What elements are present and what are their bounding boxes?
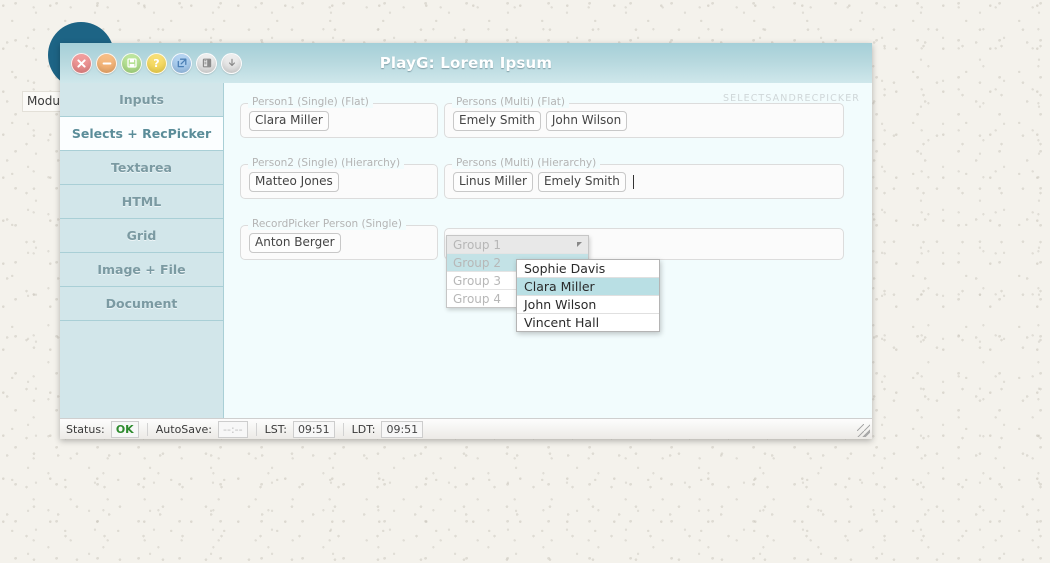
field-value-row: Emely Smith John Wilson — [453, 111, 835, 131]
sidebar-navigation: Inputs Selects + RecPicker Textarea HTML… — [60, 83, 224, 418]
sidebar-item-document[interactable]: Document — [60, 287, 223, 321]
field-value-row: Anton Berger — [249, 233, 429, 253]
sidebar-item-selects-recpicker[interactable]: Selects + RecPicker — [60, 117, 223, 151]
value-tag[interactable]: Clara Miller — [249, 111, 329, 131]
value-tag[interactable]: Linus Miller — [453, 172, 533, 192]
window-statusbar: Status: OK AutoSave: --:-- LST: 09:51 LD… — [60, 418, 872, 439]
autosave-label: AutoSave: — [155, 422, 213, 436]
person-option-sophie-davis[interactable]: Sophie Davis — [517, 260, 659, 278]
field-persons-multi-flat[interactable]: Persons (Multi) (Flat) Emely Smith John … — [444, 96, 844, 138]
sidebar-item-inputs[interactable]: Inputs — [60, 83, 223, 117]
window-titlebar[interactable]: ? PlayG: Lorem Ipsum — [60, 43, 872, 83]
person-option-label: Clara Miller — [524, 279, 595, 294]
status-label: Status: — [66, 422, 105, 436]
person-option-label: John Wilson — [524, 297, 597, 312]
field-legend: Persons (Multi) (Hierarchy) — [452, 157, 601, 169]
lst-label: LST: — [264, 422, 287, 436]
close-icon[interactable] — [71, 52, 92, 74]
group-option-1[interactable]: Group 1 — [447, 236, 588, 254]
sidebar-item-html[interactable]: HTML — [60, 185, 223, 219]
download-arrow-icon[interactable] — [221, 52, 242, 74]
open-external-icon[interactable] — [171, 52, 192, 74]
help-question-icon[interactable]: ? — [146, 52, 167, 74]
titlebar-button-group: ? — [71, 52, 242, 74]
person-option-label: Vincent Hall — [524, 315, 600, 330]
sidebar-item-label: Document — [105, 296, 178, 311]
sidebar-item-label: Selects + RecPicker — [71, 126, 212, 141]
statusbar-divider — [146, 422, 148, 436]
person-option-label: Sophie Davis — [524, 261, 606, 276]
statusbar-divider — [255, 422, 257, 436]
status-badge: OK — [110, 420, 139, 438]
group-option-label: Group 4 — [453, 291, 501, 306]
sidebar-item-label: HTML — [121, 194, 162, 209]
field-persons-multi-hierarchy[interactable]: Persons (Multi) (Hierarchy) Linus Miller… — [444, 157, 844, 199]
ldt-value: 09:51 — [381, 420, 424, 438]
sidebar-item-label: Image + File — [97, 262, 186, 277]
value-tag[interactable]: Matteo Jones — [249, 172, 339, 192]
value-tag[interactable]: Anton Berger — [249, 233, 341, 253]
text-caret — [632, 175, 634, 189]
lst-value: 09:51 — [292, 420, 335, 438]
group-option-label: Group 2 — [453, 255, 501, 270]
sidebar-item-label: Textarea — [111, 160, 172, 175]
window-resize-handle[interactable] — [857, 424, 870, 437]
sidebar-item-label: Inputs — [119, 92, 164, 107]
notes-book-icon[interactable] — [196, 52, 217, 74]
chevron-right-icon — [577, 242, 582, 247]
minimize-icon[interactable] — [96, 52, 117, 74]
statusbar-divider — [342, 422, 344, 436]
person-option-john-wilson[interactable]: John Wilson — [517, 296, 659, 314]
value-tag[interactable]: Emely Smith — [537, 172, 626, 192]
application-window: ? PlayG: Lorem Ipsum Inputs Selects + Re… — [60, 43, 872, 439]
field-legend: Person1 (Single) (Flat) — [248, 96, 373, 108]
field-value-row: Linus Miller Emely Smith — [453, 172, 835, 192]
group-option-label: Group 3 — [453, 273, 501, 288]
field-recordpicker-person-single[interactable]: RecordPicker Person (Single) Anton Berge… — [240, 218, 438, 260]
sidebar-empty-space — [60, 321, 223, 418]
sidebar-item-label: Grid — [126, 228, 157, 243]
form-column-left: Person1 (Single) (Flat) Clara Miller Per… — [240, 96, 438, 265]
field-value-row: Clara Miller — [249, 111, 429, 131]
field-person1-single-flat[interactable]: Person1 (Single) (Flat) Clara Miller — [240, 96, 438, 138]
group-option-label: Group 1 — [453, 237, 501, 252]
field-value-row: Matteo Jones — [249, 172, 429, 192]
person-option-clara-miller[interactable]: Clara Miller — [517, 278, 659, 296]
field-legend: Persons (Multi) (Flat) — [452, 96, 569, 108]
autosave-value: --:-- — [218, 420, 248, 438]
sidebar-item-grid[interactable]: Grid — [60, 219, 223, 253]
field-person2-single-hierarchy[interactable]: Person2 (Single) (Hierarchy) Matteo Jone… — [240, 157, 438, 199]
ldt-label: LDT: — [351, 422, 376, 436]
sidebar-item-image-file[interactable]: Image + File — [60, 253, 223, 287]
form-content-area: SELECTSANDRECPICKER Person1 (Single) (Fl… — [224, 83, 872, 418]
field-legend: Person2 (Single) (Hierarchy) — [248, 157, 405, 169]
sidebar-item-textarea[interactable]: Textarea — [60, 151, 223, 185]
window-body: Inputs Selects + RecPicker Textarea HTML… — [60, 83, 872, 418]
person-submenu-list: Sophie Davis Clara Miller John Wilson Vi… — [516, 259, 660, 332]
field-legend: RecordPicker Person (Single) — [248, 218, 406, 230]
value-tag[interactable]: Emely Smith — [453, 111, 541, 131]
person-option-vincent-hall[interactable]: Vincent Hall — [517, 314, 659, 331]
value-tag[interactable]: John Wilson — [545, 111, 628, 131]
field-spacer — [444, 204, 844, 228]
save-disk-icon[interactable] — [121, 52, 142, 74]
